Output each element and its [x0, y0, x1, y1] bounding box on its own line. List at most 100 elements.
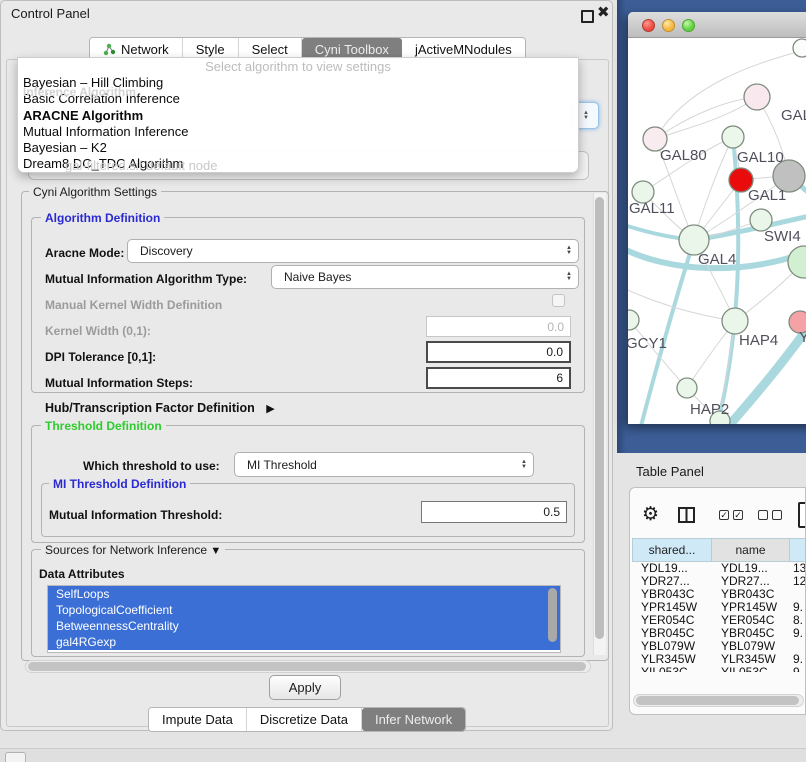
attribute-list-item[interactable]: BetweennessCentrality	[48, 618, 560, 634]
table-cell: YLR345W	[712, 653, 790, 666]
network-node-label: GAL11	[629, 200, 675, 217]
minimize-traffic-light-icon[interactable]	[662, 19, 675, 32]
network-node[interactable]	[722, 126, 744, 148]
checked-box-icon[interactable]: ✓	[719, 510, 729, 520]
table-body: YDL19...YDL19...13YDR27...YDR27...12YBR0…	[632, 562, 806, 672]
network-canvas[interactable]: GALGAL80GAL10GAL1SWI4GAL11GAL4GCY1HAP4YH…	[628, 38, 806, 424]
settings-vscrollbar-thumb[interactable]	[595, 197, 604, 639]
attribute-list-item[interactable]: SelfLoops	[48, 586, 560, 602]
network-node[interactable]	[722, 308, 748, 334]
checked-box-icon[interactable]: ✓	[733, 510, 743, 520]
network-node[interactable]	[744, 84, 770, 110]
network-node[interactable]	[788, 246, 806, 278]
algorithm-popup-item[interactable]: Basic Correlation Inference	[18, 91, 578, 107]
tab-label: Network	[121, 42, 169, 57]
network-window-titlebar[interactable]	[628, 12, 806, 38]
unchecked-box-icon[interactable]	[772, 510, 782, 520]
data-attributes-list[interactable]: SelfLoopsTopologicalCoefficientBetweenne…	[47, 585, 561, 653]
close-icon[interactable]: ✖	[597, 7, 609, 19]
table-panel-title: Table Panel	[636, 464, 704, 479]
combo-arrows-icon: ▲▼	[560, 272, 578, 282]
tab-label: Discretize Data	[260, 712, 348, 727]
corner-widget[interactable]	[5, 752, 26, 762]
tab-discretize-data[interactable]: Discretize Data	[247, 708, 362, 731]
close-traffic-light-icon[interactable]	[642, 19, 655, 32]
unchecked-box-icon[interactable]	[758, 510, 768, 520]
table-row[interactable]: YLR345WYLR345W9.	[632, 653, 806, 666]
popup-hint: Select algorithm to view settings	[18, 58, 578, 75]
algorithm-popup-item[interactable]: Bayesian – Hill Climbing	[18, 75, 578, 91]
threshold-definition-label: Threshold Definition	[41, 419, 166, 433]
table-cell: YDR27...	[712, 575, 790, 588]
columns-icon[interactable]	[678, 507, 695, 528]
manual-kernel-width-checkbox[interactable]	[552, 294, 565, 307]
combo-arrows-icon: ▲▼	[560, 246, 578, 256]
algorithm-definition-label: Algorithm Definition	[41, 211, 164, 225]
table-cell	[790, 588, 806, 601]
kernel-width-label: Kernel Width (0,1):	[45, 324, 151, 338]
table-row[interactable]: YPR145WYPR145W9.	[632, 601, 806, 614]
aracne-mode-combo[interactable]: Discovery ▲▼	[127, 239, 579, 263]
hub-definition-expander[interactable]: Hub/Transcription Factor Definition ▶	[45, 401, 275, 415]
zoom-traffic-light-icon[interactable]	[682, 19, 695, 32]
float-icon[interactable]	[581, 10, 594, 23]
document-icon[interactable]	[798, 502, 806, 528]
mi-algorithm-type-combo[interactable]: Naive Bayes ▲▼	[271, 265, 579, 289]
algorithm-popup-item[interactable]: Bayesian – K2	[18, 140, 578, 156]
table-cell: YBR045C	[632, 627, 712, 640]
network-node[interactable]	[793, 39, 806, 57]
which-threshold-combo[interactable]: MI Threshold ▲▼	[234, 452, 534, 477]
table-column-header[interactable]: A	[790, 538, 806, 562]
sources-group-label[interactable]: Sources for Network Inference ▼	[41, 543, 225, 557]
table-cell: YPR145W	[632, 601, 712, 614]
kernel-width-field[interactable]: 0.0	[426, 316, 571, 337]
table-row[interactable]: YBR043CYBR043C	[632, 588, 806, 601]
gear-icon[interactable]: ⚙	[642, 505, 659, 524]
table-cell: 9	[790, 666, 806, 672]
network-node[interactable]	[677, 378, 697, 398]
mi-threshold-label: Mutual Information Threshold:	[49, 508, 222, 522]
network-node-label: SWI4	[764, 228, 801, 245]
apply-button[interactable]: Apply	[269, 675, 341, 700]
network-node-label: GCY1	[628, 335, 667, 352]
algorithm-popup-item[interactable]: Dream8 DC_TDC Algorithm	[18, 156, 578, 172]
network-canvas-svg: GALGAL80GAL10GAL1SWI4GAL11GAL4GCY1HAP4YH…	[628, 38, 806, 424]
table-header-row: shared...nameA	[632, 538, 806, 562]
network-edge	[655, 50, 804, 139]
expand-right-icon: ▶	[266, 402, 274, 415]
expand-down-icon: ▼	[210, 545, 221, 557]
tab-impute-data[interactable]: Impute Data	[149, 708, 247, 731]
mi-threshold-field[interactable]: 0.5	[421, 501, 567, 523]
table-cell: YIL053C	[632, 666, 712, 672]
table-row[interactable]: YBL079WYBL079W	[632, 640, 806, 653]
algorithm-popup-item[interactable]: Mutual Information Inference	[18, 124, 578, 140]
attributes-list-scrollbar[interactable]	[548, 588, 557, 642]
attribute-list-item[interactable]: TopologicalCoefficient	[48, 602, 560, 618]
dpi-tolerance-field[interactable]: 0.0	[426, 341, 571, 363]
table-row[interactable]: YDL19...YDL19...13	[632, 562, 806, 575]
table-hscrollbar[interactable]	[633, 694, 804, 707]
network-node-label: HAP4	[739, 332, 778, 349]
table-cell: YDR27...	[632, 575, 712, 588]
aracne-mode-label: Aracne Mode:	[45, 246, 124, 260]
aracne-mode-value: Discovery	[128, 244, 560, 258]
algorithm-popup-item[interactable]: ARACNE Algorithm	[18, 108, 578, 124]
algorithm-dropdown-popup: Select algorithm to view settings Bayesi…	[17, 57, 579, 173]
table-column-header[interactable]: shared...	[632, 538, 712, 562]
algorithm-popup-list: Bayesian – Hill ClimbingBasic Correlatio…	[18, 75, 578, 173]
table-row[interactable]: YDR27...YDR27...12	[632, 575, 806, 588]
settings-hscrollbar[interactable]	[25, 660, 591, 673]
network-node[interactable]	[628, 310, 639, 330]
attribute-list-item[interactable]: gal4RGexp	[48, 634, 560, 650]
dpi-tolerance-label: DPI Tolerance [0,1]:	[45, 350, 156, 364]
table-row[interactable]: YIL053CYIL053C9	[632, 666, 806, 672]
mi-steps-field[interactable]: 6	[426, 367, 571, 389]
tab-infer-network[interactable]: Infer Network	[362, 708, 465, 731]
table-row[interactable]: YBR045CYBR045C9.	[632, 627, 806, 640]
table-column-header[interactable]: name	[712, 538, 790, 562]
table-row[interactable]: YER054CYER054C8.	[632, 614, 806, 627]
control-panel: Control Panel ✖ NetworkStyleSelectCyni T…	[0, 0, 613, 731]
network-node-label: GAL10	[737, 149, 784, 166]
data-attributes-label: Data Attributes	[39, 567, 125, 581]
table-cell: YLR345W	[632, 653, 712, 666]
